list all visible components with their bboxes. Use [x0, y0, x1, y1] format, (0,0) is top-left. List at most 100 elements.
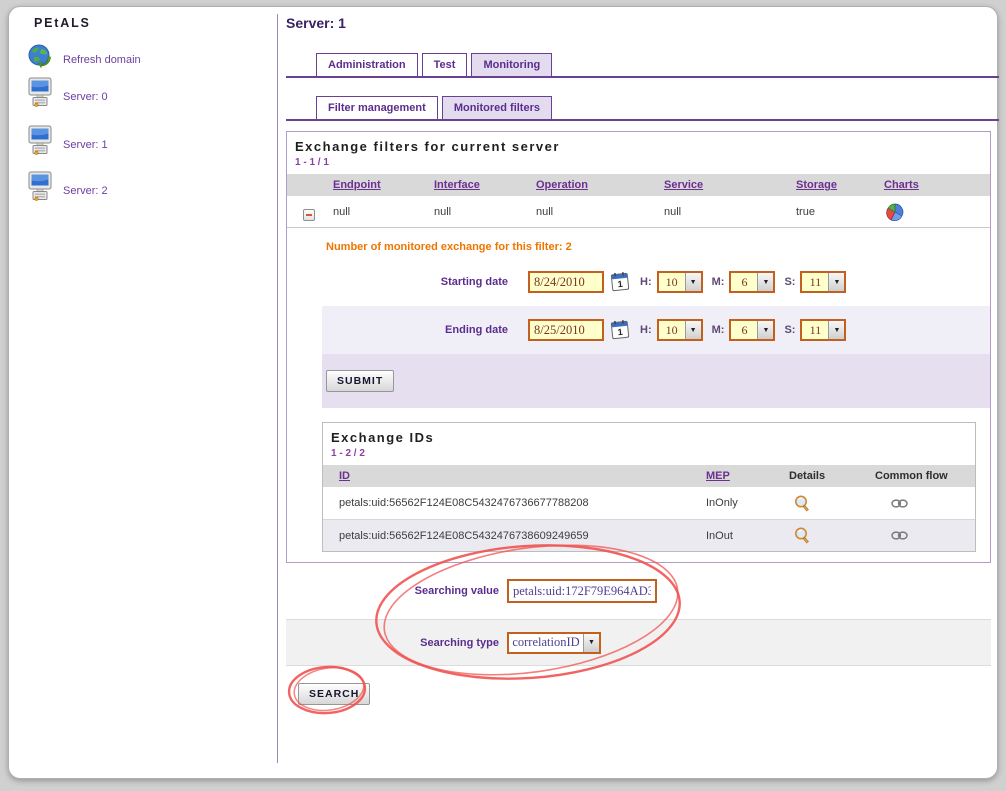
exchange-id: petals:uid:56562F124E08C5432476738609249…: [323, 530, 706, 542]
refresh-domain-label: Refresh domain: [63, 54, 141, 66]
dropdown-arrow-icon: ▼: [828, 273, 844, 291]
tab-bar: Administration Test Monitoring: [286, 53, 999, 78]
starting-date-input[interactable]: [528, 271, 604, 293]
sidebar-item-server-1[interactable]: Server: 1: [26, 125, 108, 164]
starting-date-row: Starting date 1 H: [322, 258, 990, 306]
starting-second-value: 11: [802, 273, 828, 291]
sidebar-item-refresh-domain[interactable]: Refresh domain: [26, 43, 141, 76]
chain-link-icon[interactable]: [891, 498, 908, 509]
column-header-interface[interactable]: Interface: [434, 179, 536, 191]
pagination: 1 - 1 / 1: [287, 154, 990, 174]
column-header-details: Details: [789, 470, 875, 482]
ending-minute-select[interactable]: 6 ▼: [729, 319, 775, 341]
sidebar-divider: [277, 14, 278, 763]
globe-refresh-icon: [26, 43, 54, 76]
tab-test[interactable]: Test: [422, 53, 468, 76]
ids-pagination: 1 - 2 / 2: [323, 445, 975, 465]
svg-text:1: 1: [617, 279, 623, 289]
filter-table-row: null null null null true: [287, 196, 990, 228]
tab-administration[interactable]: Administration: [316, 53, 418, 76]
svg-text:1: 1: [617, 327, 623, 337]
panel-title: Exchange filters for current server: [287, 132, 990, 154]
column-header-service[interactable]: Service: [664, 179, 796, 191]
column-header-mep[interactable]: MEP: [706, 470, 789, 482]
hours-label: H:: [640, 324, 652, 336]
calendar-icon[interactable]: 1: [610, 319, 631, 341]
dropdown-arrow-icon: ▼: [685, 273, 701, 291]
app-window: PEtALS Refresh domain: [8, 6, 998, 779]
column-header-storage[interactable]: Storage: [796, 179, 884, 191]
cell-interface: null: [434, 206, 536, 218]
cell-endpoint: null: [333, 206, 434, 218]
searching-value-label: Searching value: [286, 585, 499, 597]
starting-date-label: Starting date: [322, 276, 508, 288]
seconds-label: S:: [784, 324, 795, 336]
pie-chart-icon[interactable]: [886, 203, 904, 221]
ending-second-select[interactable]: 11 ▼: [800, 319, 846, 341]
server-label: Server: 2: [63, 185, 108, 197]
exchange-ids-panel: Exchange IDs 1 - 2 / 2 ID MEP Details Co…: [322, 422, 976, 552]
magnifier-details-icon[interactable]: [793, 494, 812, 513]
searching-type-label: Searching type: [286, 637, 499, 649]
server-icon: [26, 171, 54, 210]
server-icon: [26, 77, 54, 116]
sidebar-item-server-2[interactable]: Server: 2: [26, 171, 108, 210]
hours-label: H:: [640, 276, 652, 288]
ids-panel-title: Exchange IDs: [323, 423, 975, 445]
submit-button[interactable]: SUBMIT: [326, 370, 394, 392]
starting-minute-value: 6: [731, 273, 757, 291]
main-content: Server: 1 Administration Test Monitoring…: [286, 15, 999, 705]
tab-filter-management[interactable]: Filter management: [316, 96, 438, 119]
ending-hour-select[interactable]: 10 ▼: [657, 319, 703, 341]
column-header-endpoint[interactable]: Endpoint: [333, 179, 434, 191]
dropdown-arrow-icon: ▼: [685, 321, 701, 339]
monitored-exchange-count: Number of monitored exchange for this fi…: [322, 228, 990, 258]
search-button[interactable]: SEARCH: [298, 683, 370, 705]
mep-value: InOut: [706, 530, 789, 542]
calendar-icon[interactable]: 1: [610, 271, 631, 293]
tab-monitored-filters[interactable]: Monitored filters: [442, 96, 552, 119]
server-label: Server: 1: [63, 139, 108, 151]
page-title: Server: 1: [286, 15, 999, 35]
searching-value-row: Searching value: [286, 563, 991, 619]
ending-date-row: Ending date 1 H:: [322, 306, 990, 354]
subtab-bar: Filter management Monitored filters: [286, 96, 999, 121]
minutes-label: M:: [712, 324, 725, 336]
column-header-common-flow: Common flow: [875, 470, 975, 482]
filter-detail-section: Number of monitored exchange for this fi…: [322, 228, 990, 552]
app-logo-text: PEtALS: [34, 16, 91, 30]
server-icon: [26, 125, 54, 164]
dropdown-arrow-icon: ▼: [828, 321, 844, 339]
sidebar-item-server-0[interactable]: Server: 0: [26, 77, 108, 116]
submit-band: SUBMIT: [322, 354, 990, 408]
searching-type-select[interactable]: correlationID ▼: [507, 632, 601, 654]
exchange-id: petals:uid:56562F124E08C5432476736677788…: [323, 497, 706, 509]
cell-operation: null: [536, 206, 664, 218]
ending-date-label: Ending date: [322, 324, 508, 336]
exchange-filters-panel: Exchange filters for current server 1 - …: [286, 131, 991, 563]
column-header-id[interactable]: ID: [323, 470, 706, 482]
starting-hour-select[interactable]: 10 ▼: [657, 271, 703, 293]
ending-date-input[interactable]: [528, 319, 604, 341]
ending-hour-value: 10: [659, 321, 685, 339]
collapse-minus-icon[interactable]: [303, 209, 315, 221]
filters-table-header: Endpoint Interface Operation Service Sto…: [287, 174, 990, 196]
ending-minute-value: 6: [731, 321, 757, 339]
starting-minute-select[interactable]: 6 ▼: [729, 271, 775, 293]
tab-monitoring[interactable]: Monitoring: [471, 53, 552, 76]
chain-link-icon[interactable]: [891, 530, 908, 541]
seconds-label: S:: [784, 276, 795, 288]
column-header-charts[interactable]: Charts: [884, 179, 990, 191]
searching-value-input[interactable]: [507, 579, 657, 603]
searching-type-value: correlationID: [509, 634, 583, 652]
exchange-id-row: petals:uid:56562F124E08C5432476736677788…: [323, 487, 975, 519]
cell-service: null: [664, 206, 796, 218]
searching-type-row: Searching type correlationID ▼: [286, 619, 991, 666]
starting-second-select[interactable]: 11 ▼: [800, 271, 846, 293]
mep-value: InOnly: [706, 497, 789, 509]
minutes-label: M:: [712, 276, 725, 288]
dropdown-arrow-icon: ▼: [583, 634, 599, 652]
magnifier-details-icon[interactable]: [793, 526, 812, 545]
column-header-operation[interactable]: Operation: [536, 179, 664, 191]
server-label: Server: 0: [63, 91, 108, 103]
